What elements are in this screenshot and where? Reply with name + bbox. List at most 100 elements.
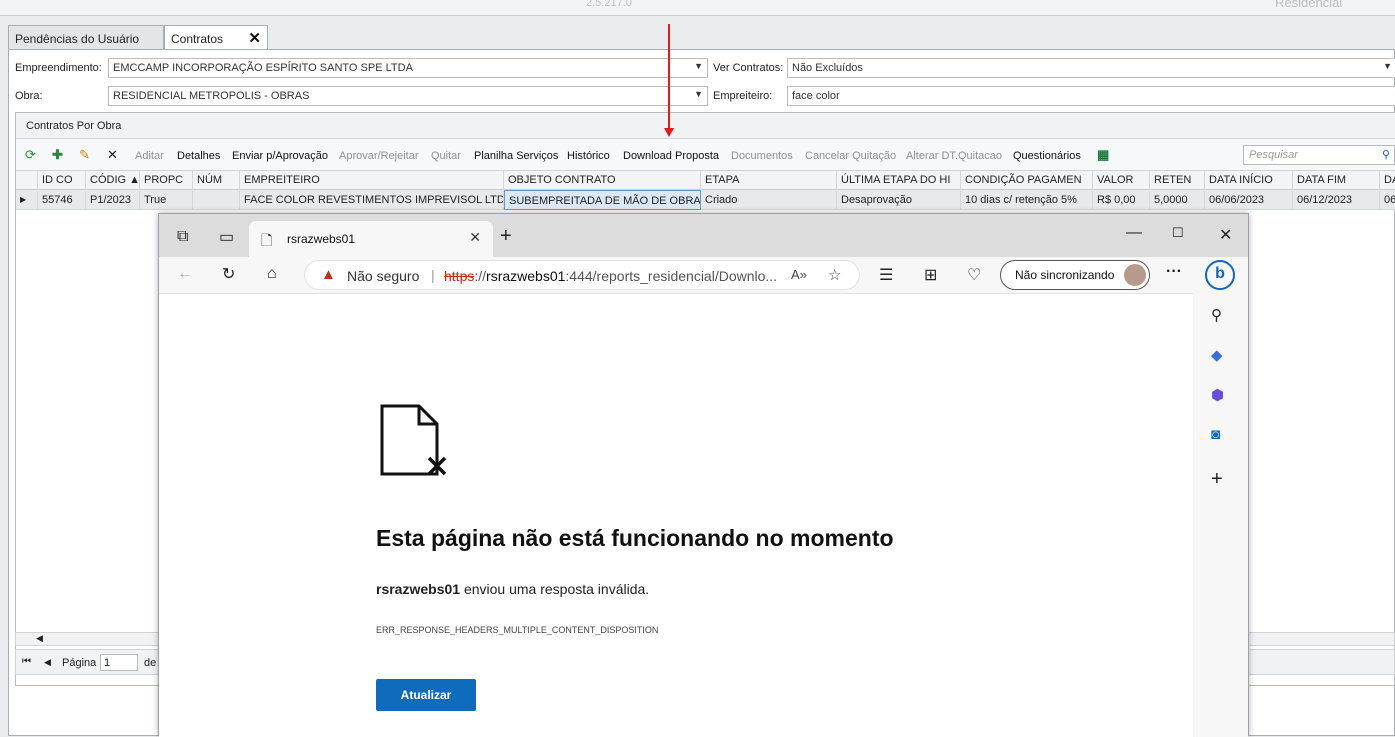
cell-valor[interactable]: R$ 0,00 [1093,190,1150,210]
performance-icon[interactable]: ♡ [967,265,981,285]
delete-icon[interactable]: ✕ [107,147,118,163]
obra-select[interactable]: RESIDENCIAL METROPOLIS - OBRAS ▼ [108,86,708,106]
empreendimento-select[interactable]: EMCCAMP INCORPORAÇÃO ESPÍRITO SANTO SPE … [108,58,708,78]
historico-button[interactable]: Histórico [567,150,610,162]
grid-header: ID CO CÓDIG ▲ PROPC NÚM EMPREITEIRO OBJE… [16,171,1395,190]
search-icon[interactable]: ⚲ [1211,306,1222,324]
quitar-button[interactable]: Quitar [431,150,461,162]
add-sidebar-icon[interactable]: + [1211,468,1223,491]
column-header[interactable]: RETEN [1150,171,1205,190]
cell-condicao[interactable]: 10 dias c/ retenção 5% [961,190,1093,210]
aditar-button[interactable]: Aditar [135,150,164,162]
column-header[interactable]: DATA FIM [1293,171,1380,190]
cell-etapa[interactable]: Criado [701,190,837,210]
minimize-icon[interactable]: — [1126,224,1142,242]
office-icon[interactable]: ⬢ [1211,386,1224,404]
cell-data-inicio[interactable]: 06/06/2023 [1205,190,1293,210]
column-header[interactable]: CÓDIG ▲ [86,171,140,190]
browser-tab-title: rsrazwebs01 [287,232,356,246]
cell-ultima-etapa[interactable]: Desaprovação [837,190,961,210]
cancelar-quitacao-button[interactable]: Cancelar Quitação [805,150,896,162]
search-icon[interactable]: ⚲ [1382,148,1390,161]
ver-contratos-label: Ver Contratos: [713,62,784,74]
cell-proposta[interactable]: True [140,190,193,210]
home-icon[interactable]: ⌂ [267,265,277,283]
bing-icon[interactable]: b [1205,260,1235,290]
excel-icon[interactable]: ▦ [1097,147,1109,163]
planilha-servicos-button[interactable]: Planilha Serviços [474,150,558,162]
column-header[interactable]: NÚM [193,171,240,190]
cell-empreiteiro[interactable]: FACE COLOR REVESTIMENTOS IMPREVISOL LTDA… [240,190,504,210]
error-code: ERR_RESPONSE_HEADERS_MULTIPLE_CONTENT_DI… [376,625,659,635]
tab-pendencias[interactable]: Pendências do Usuário [8,25,164,50]
column-header[interactable]: ID CO [38,171,86,190]
enviar-aprovacao-button[interactable]: Enviar p/Aprovação [232,150,328,162]
aprovar-rejeitar-button[interactable]: Aprovar/Rejeitar [339,150,418,162]
close-icon[interactable]: ✕ [469,229,481,246]
profile-sync-button[interactable]: Não sincronizando [1000,260,1150,290]
desktop-app: 2.5.217.0 Residencial Pendências do Usuá… [0,0,1395,737]
column-header[interactable]: ETAPA [701,171,837,190]
url-text[interactable]: https://rsrazwebs01:444/reports_residenc… [444,268,777,284]
add-icon[interactable]: ✚ [52,147,63,163]
page-input[interactable]: 1 [100,654,138,671]
cell-numero[interactable] [193,190,240,210]
column-header[interactable]: VALOR [1093,171,1150,190]
favorites-icon[interactable]: ☰ [879,265,893,285]
questionarios-button[interactable]: Questionários [1013,150,1081,162]
edit-icon[interactable]: ✎ [79,147,90,163]
documentos-button[interactable]: Documentos [731,150,793,162]
browser-tab[interactable]: 🗋 rsrazwebs01 ✕ [249,221,493,257]
collections-icon[interactable]: ⊞ [924,265,937,285]
address-bar-row: ← ↻ ⌂ ▲ Não seguro | https://rsrazwebs01… [159,257,1248,293]
security-label[interactable]: Não seguro [347,268,419,284]
chevron-down-icon[interactable]: ▼ [694,61,703,71]
app-product: Residencial [1275,0,1343,10]
column-header[interactable]: PROPC [140,171,193,190]
column-header[interactable]: OBJETO CONTRATO [504,171,701,190]
favorite-star-icon[interactable]: ☆ [828,266,841,284]
outlook-icon[interactable]: ◙ [1211,426,1220,443]
chevron-down-icon[interactable]: ▼ [1383,61,1392,71]
cell-id[interactable]: 55746 [38,190,86,210]
cell-objeto[interactable]: SUBEMPREITADA DE MÃO DE OBRA... [504,190,701,210]
download-proposta-button[interactable]: Download Proposta [623,150,719,162]
chevron-down-icon[interactable]: ▼ [694,89,703,99]
maximize-icon[interactable]: ☐ [1172,225,1184,241]
refresh-icon[interactable]: ⟳ [25,147,36,163]
refresh-button[interactable]: Atualizar [376,679,476,711]
cell-da[interactable]: 06, [1380,190,1395,210]
workspaces-icon[interactable]: ⧉ [177,228,188,246]
read-aloud-icon[interactable]: A» [791,267,807,282]
back-icon[interactable]: ← [177,265,193,283]
reload-icon[interactable]: ↻ [222,264,235,284]
empreendimento-label: Empreendimento: [15,62,102,74]
cell-retencao[interactable]: 5,0000 [1150,190,1205,210]
tab-actions-icon[interactable]: ▭ [219,227,234,247]
close-icon[interactable]: ✕ [248,29,261,47]
table-row[interactable]: ▶ 55746 P1/2023 True FACE COLOR REVESTIM… [16,190,1395,210]
first-page-icon[interactable]: ⏮ [22,656,31,667]
column-header[interactable]: CONDIÇÃO PAGAMEN [961,171,1093,190]
ver-contratos-select[interactable]: Não Excluídos ▼ [787,58,1395,78]
cell-codigo[interactable]: P1/2023 [86,190,140,210]
column-header[interactable]: EMPREITEIRO [240,171,504,190]
warning-icon: ▲ [321,266,336,283]
column-header[interactable]: DATA INÍCIO [1205,171,1293,190]
new-tab-icon[interactable]: + [500,225,512,248]
more-options-icon[interactable]: ··· [1166,263,1182,281]
search-input[interactable]: Pesquisar ⚲ [1243,145,1395,165]
column-header[interactable]: ÚLTIMA ETAPA DO HI [837,171,961,190]
window-close-icon[interactable]: ✕ [1219,225,1232,245]
empreiteiro-input[interactable]: face color [787,86,1395,106]
tab-contratos[interactable]: Contratos ✕ [164,25,268,50]
shopping-tag-icon[interactable]: ◆ [1211,346,1223,364]
cell-data-fim[interactable]: 06/12/2023 [1293,190,1380,210]
scroll-left-icon[interactable]: ◀ [36,633,43,644]
app-title-bar: 2.5.217.0 Residencial [0,0,1395,16]
address-bar[interactable]: ▲ Não seguro | https://rsrazwebs01:444/r… [304,260,860,290]
column-header[interactable]: DA [1380,171,1395,190]
detalhes-button[interactable]: Detalhes [177,150,220,162]
alterar-dt-quitacao-button[interactable]: Alterar DT.Quitacao [906,150,1002,162]
prev-page-icon[interactable]: ◀ [44,657,51,668]
